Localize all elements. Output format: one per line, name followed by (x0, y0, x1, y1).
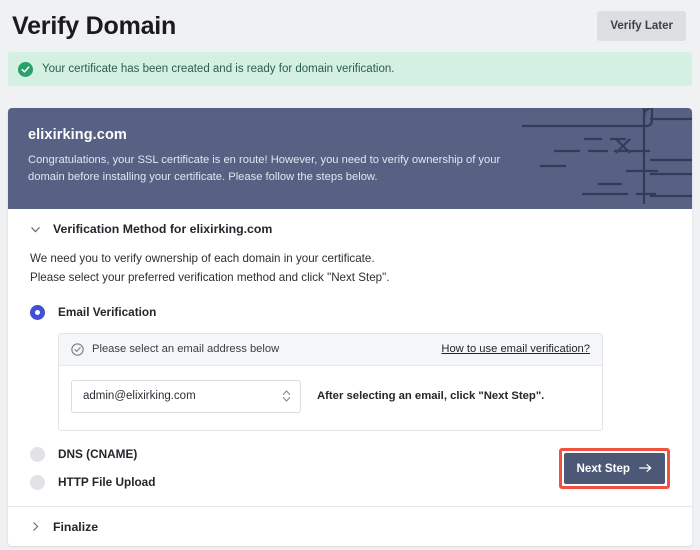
certificate-illustration-icon (522, 108, 692, 204)
verification-intro-line-1: We need you to verify ownership of each … (30, 252, 375, 265)
stepper-updown-icon (282, 390, 291, 402)
chevron-right-icon (33, 522, 39, 531)
email-panel-hint: After selecting an email, click "Next St… (317, 390, 545, 403)
page-header: Verify Domain Verify Later (0, 0, 700, 52)
success-banner-text: Your certificate has been created and is… (42, 63, 395, 75)
verification-intro-line-2: Please select your preferred verificatio… (30, 270, 390, 284)
next-step-button-label: Next Step (576, 461, 630, 475)
check-ring-icon (71, 342, 84, 356)
email-address-select-value: admin@elixirking.com (83, 390, 196, 403)
check-circle-icon (18, 61, 33, 77)
option-http-file-upload[interactable]: HTTP File Upload (30, 474, 156, 490)
hero-description: Congratulations, your SSL certificate is… (28, 154, 501, 184)
verification-intro: We need you to verify ownership of each … (30, 250, 670, 288)
chevron-down-icon (31, 226, 40, 232)
page-title: Verify Domain (12, 11, 177, 40)
arrow-right-icon (639, 464, 652, 473)
option-http-file-upload-label: HTTP File Upload (58, 475, 156, 490)
email-address-select[interactable]: admin@elixirking.com (71, 379, 301, 413)
verify-later-button[interactable]: Verify Later (597, 11, 686, 41)
remaining-options-row: DNS (CNAME) HTTP File Upload Next Step (30, 446, 670, 490)
email-verification-help-link[interactable]: How to use email verification? (441, 343, 590, 355)
next-step-button[interactable]: Next Step (563, 452, 665, 484)
hero-panel: elixirking.com Congratulations, your SSL… (8, 108, 692, 209)
success-banner: Your certificate has been created and is… (8, 52, 692, 86)
remaining-options: DNS (CNAME) HTTP File Upload (30, 446, 156, 490)
email-panel-header-left: Please select an email address below (71, 342, 280, 356)
email-selection-panel: Please select an email address below How… (58, 332, 603, 431)
email-panel-heading: Please select an email address below (92, 343, 280, 356)
finalize-title: Finalize (53, 519, 99, 534)
next-step-highlight: Next Step (558, 447, 670, 489)
verification-method-title: Verification Method for elixirking.com (53, 222, 273, 236)
email-panel-header: Please select an email address below How… (59, 333, 602, 366)
verification-method-accordion-header[interactable]: Verification Method for elixirking.com (8, 209, 692, 248)
email-panel-body: admin@elixirking.com After selecting an … (59, 366, 602, 430)
radio-http-file-upload[interactable] (30, 474, 45, 490)
verification-method-body: We need you to verify ownership of each … (8, 248, 692, 506)
hero-domain: elixirking.com (28, 127, 127, 143)
option-dns-cname[interactable]: DNS (CNAME) (30, 446, 155, 462)
verify-domain-page: Verify Domain Verify Later Your certific… (0, 0, 700, 550)
option-email-verification[interactable]: Email Verification (30, 304, 670, 320)
option-email-verification-label: Email Verification (58, 305, 157, 320)
radio-dns-cname[interactable] (30, 446, 45, 462)
verification-card: elixirking.com Congratulations, your SSL… (8, 108, 692, 546)
radio-email-verification[interactable] (30, 304, 45, 320)
finalize-accordion-header[interactable]: Finalize (8, 505, 692, 546)
option-dns-cname-label: DNS (CNAME) (58, 447, 138, 462)
